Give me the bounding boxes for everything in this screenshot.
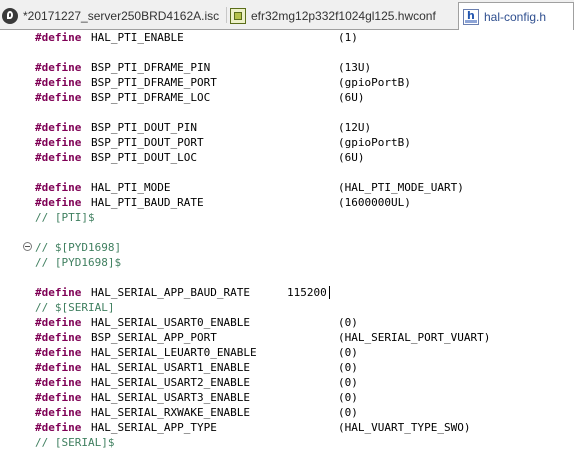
macro-value: (1) xyxy=(338,31,358,44)
macro-name: HAL_PTI_MODE xyxy=(91,181,171,194)
define-keyword: #define xyxy=(35,76,82,89)
code-comment: // $[PYD1698] xyxy=(35,241,122,254)
code-line: #define BSP_PTI_DFRAME_LOC (6U) xyxy=(0,90,574,105)
macro-value: (0) xyxy=(338,406,358,419)
macro-value: (HAL_SERIAL_PORT_VUART) xyxy=(338,331,491,344)
macro-name: BSP_PTI_DOUT_PIN xyxy=(91,121,197,134)
macro-value: (0) xyxy=(338,316,358,329)
c-header-file-icon xyxy=(463,8,479,25)
editor-tab-bar: *20171227_server250BRD4162A.isc efr32mg1… xyxy=(0,0,574,30)
define-keyword: #define xyxy=(35,361,82,374)
macro-name: HAL_SERIAL_USART2_ENABLE xyxy=(91,376,250,389)
define-keyword: #define xyxy=(35,376,82,389)
macro-value: (0) xyxy=(338,376,358,389)
hwconf-chip-icon xyxy=(230,7,246,24)
macro-value: (0) xyxy=(338,361,358,374)
tab-hal-config-h[interactable]: hal-config.h xyxy=(458,2,574,30)
define-keyword: #define xyxy=(35,391,82,404)
macro-value: (1600000UL) xyxy=(338,196,411,209)
simplicity-isc-icon xyxy=(2,7,18,24)
define-keyword: #define xyxy=(35,346,82,359)
macro-name: HAL_PTI_ENABLE xyxy=(91,31,184,44)
define-keyword: #define xyxy=(35,136,82,149)
define-keyword: #define xyxy=(35,331,82,344)
define-keyword: #define xyxy=(35,91,82,104)
macro-value: (HAL_PTI_MODE_UART) xyxy=(338,181,464,194)
code-line: #define BSP_PTI_DOUT_PIN (12U) xyxy=(0,120,574,135)
macro-name: HAL_SERIAL_USART0_ENABLE xyxy=(91,316,250,329)
define-keyword: #define xyxy=(35,406,82,419)
code-line: #define HAL_PTI_MODE (HAL_PTI_MODE_UART) xyxy=(0,180,574,195)
code-line: #define BSP_PTI_DOUT_LOC (6U) xyxy=(0,150,574,165)
define-keyword: #define xyxy=(35,61,82,74)
code-line: #define HAL_PTI_ENABLE (1) xyxy=(0,30,574,45)
code-comment: // [SERIAL]$ xyxy=(35,436,115,449)
code-line: #define BSP_PTI_DFRAME_PIN (13U) xyxy=(0,60,574,75)
macro-name: HAL_SERIAL_LEUART0_ENABLE xyxy=(91,346,257,359)
code-comment-line: // $[SERIAL] xyxy=(0,300,574,315)
code-line: #define HAL_PTI_BAUD_RATE (1600000UL) xyxy=(0,195,574,210)
macro-name: HAL_PTI_BAUD_RATE xyxy=(91,196,204,209)
code-line: #define HAL_SERIAL_USART3_ENABLE (0) xyxy=(0,390,574,405)
code-comment-line: // [SERIAL]$ xyxy=(0,435,574,450)
define-keyword: #define xyxy=(35,181,82,194)
macro-name: BSP_PTI_DFRAME_PIN xyxy=(91,61,211,74)
code-comment: // [PYD1698]$ xyxy=(35,256,122,269)
text-cursor xyxy=(329,286,330,299)
define-keyword: #define xyxy=(35,31,82,44)
macro-value: 115200 xyxy=(287,286,327,299)
code-line: #define BSP_PTI_DFRAME_PORT (gpioPortB) xyxy=(0,75,574,90)
macro-value: (13U) xyxy=(338,61,372,74)
define-keyword: #define xyxy=(35,151,82,164)
define-keyword: #define xyxy=(35,286,82,299)
define-keyword: #define xyxy=(35,316,82,329)
macro-value: (gpioPortB) xyxy=(338,136,411,149)
macro-name: BSP_PTI_DOUT_LOC xyxy=(91,151,197,164)
code-line: #define HAL_SERIAL_LEUART0_ENABLE (0) xyxy=(0,345,574,360)
macro-name: HAL_SERIAL_RXWAKE_ENABLE xyxy=(91,406,250,419)
code-line: #define HAL_SERIAL_APP_BAUD_RATE 115200 xyxy=(0,285,574,300)
code-line: #define HAL_SERIAL_USART2_ENABLE (0) xyxy=(0,375,574,390)
macro-value: (12U) xyxy=(338,121,372,134)
macro-value: (6U) xyxy=(338,91,365,104)
code-editor[interactable]: #define HAL_PTI_ENABLE (1) #define BSP_PTI_… xyxy=(0,30,574,466)
define-keyword: #define xyxy=(35,121,82,134)
define-keyword: #define xyxy=(35,421,82,434)
tab-hwconf-file[interactable]: efr32mg12p332f1024gl125.hwconf xyxy=(230,2,450,29)
tab-label: *20171227_server250BRD4162A.isc xyxy=(23,8,220,23)
code-comment-line: // [PTI]$ xyxy=(0,210,574,225)
macro-name: HAL_SERIAL_USART1_ENABLE xyxy=(91,361,250,374)
code-line: #define HAL_SERIAL_RXWAKE_ENABLE (0) xyxy=(0,405,574,420)
macro-value: (0) xyxy=(338,346,358,359)
code-comment: // [PTI]$ xyxy=(35,211,95,224)
code-comment: // $[SERIAL] xyxy=(35,301,115,314)
macro-name: BSP_SERIAL_APP_PORT xyxy=(91,331,217,344)
tab-separator xyxy=(226,7,227,23)
tab-label: efr32mg12p332f1024gl125.hwconf xyxy=(251,8,436,23)
macro-name: HAL_SERIAL_USART3_ENABLE xyxy=(91,391,250,404)
tab-label: hal-config.h xyxy=(484,9,547,24)
define-keyword: #define xyxy=(35,196,82,209)
code-line: #define HAL_SERIAL_USART1_ENABLE (0) xyxy=(0,360,574,375)
macro-value: (0) xyxy=(338,391,358,404)
macro-name: HAL_SERIAL_APP_BAUD_RATE xyxy=(91,286,250,299)
macro-value: (6U) xyxy=(338,151,365,164)
macro-name: BSP_PTI_DOUT_PORT xyxy=(91,136,204,149)
code-comment-line: // $[PYD1698] xyxy=(0,240,574,255)
macro-name: HAL_SERIAL_APP_TYPE xyxy=(91,421,217,434)
macro-value: (HAL_VUART_TYPE_SWO) xyxy=(338,421,471,434)
code-line: #define BSP_SERIAL_APP_PORT (HAL_SERIAL_PO… xyxy=(0,330,574,345)
macro-name: BSP_PTI_DFRAME_LOC xyxy=(91,91,211,104)
code-line: #define HAL_SERIAL_USART0_ENABLE (0) xyxy=(0,315,574,330)
macro-name: BSP_PTI_DFRAME_PORT xyxy=(91,76,217,89)
code-line: #define BSP_PTI_DOUT_PORT (gpioPortB) xyxy=(0,135,574,150)
tab-isc-file[interactable]: *20171227_server250BRD4162A.isc xyxy=(2,2,224,29)
macro-value: (gpioPortB) xyxy=(338,76,411,89)
code-line: #define HAL_SERIAL_APP_TYPE (HAL_VUART_TYP… xyxy=(0,420,574,435)
code-comment-line: // [PYD1698]$ xyxy=(0,255,574,270)
